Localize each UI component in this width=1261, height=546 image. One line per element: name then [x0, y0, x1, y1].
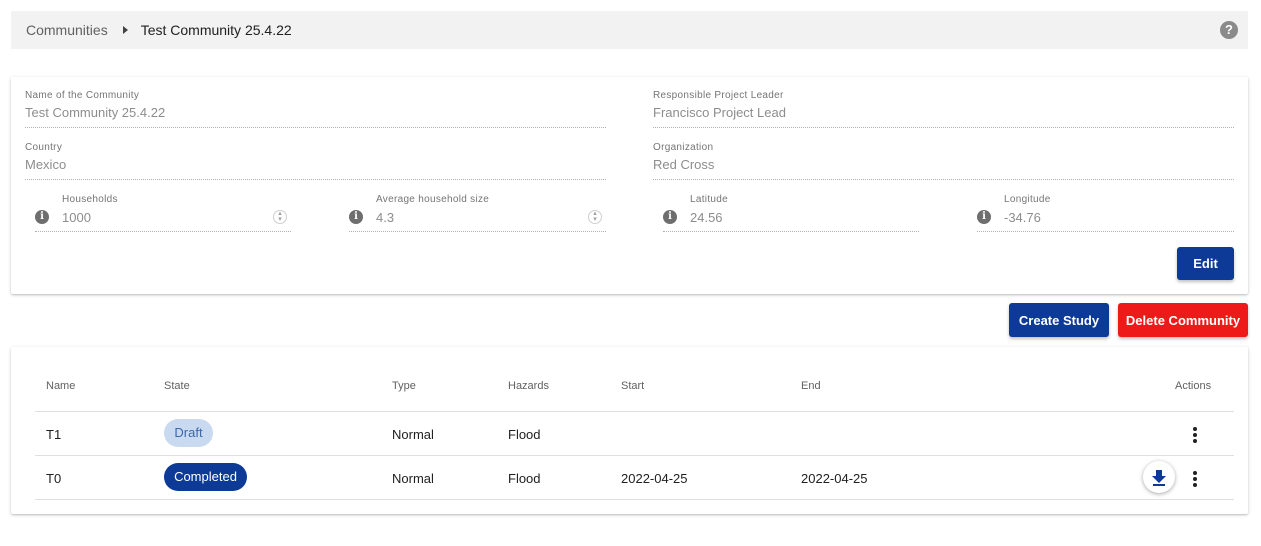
breadcrumb-chevron-icon [122, 26, 128, 34]
project-leader-field[interactable]: Responsible Project Leader Francisco Pro… [653, 90, 1234, 128]
latitude-label: Latitude [690, 194, 728, 205]
cell-hazards: Flood [508, 427, 541, 442]
delete-community-button[interactable]: Delete Community [1118, 303, 1248, 337]
longitude-value: -34.76 [1004, 210, 1041, 225]
breadcrumb-communities-link[interactable]: Communities [26, 22, 108, 38]
cell-name: T0 [46, 471, 62, 486]
field-underline [977, 231, 1234, 232]
cell-type: Normal [392, 427, 434, 442]
breadcrumb: Communities Test Community 25.4.22 ? [11, 11, 1248, 49]
create-study-button[interactable]: Create Study [1009, 303, 1109, 337]
column-header-type: Type [392, 380, 416, 392]
breadcrumb-current: Test Community 25.4.22 [140, 22, 292, 38]
column-header-start: Start [621, 380, 645, 392]
column-header-end: End [801, 380, 821, 392]
number-spinner-icon[interactable]: ▴ ▾ [273, 210, 287, 224]
cell-end: 2022-04-25 [801, 471, 868, 486]
average-household-size-label: Average household size [376, 194, 490, 205]
number-spinner-icon[interactable]: ▴ ▾ [588, 210, 602, 224]
help-circle-icon[interactable]: ? [1220, 21, 1238, 39]
column-header-name: Name [46, 380, 76, 392]
project-leader-value: Francisco Project Lead [653, 105, 786, 120]
community-name-field[interactable]: Name of the Community Test Community 25.… [25, 90, 606, 128]
info-icon[interactable]: i [349, 210, 363, 224]
longitude-field[interactable]: i Longitude -34.76 [977, 194, 1234, 232]
cell-start: 2022-04-25 [621, 471, 688, 486]
more-vert-icon[interactable] [1191, 427, 1199, 445]
latitude-value: 24.56 [690, 210, 723, 225]
field-underline [653, 127, 1234, 128]
column-header-actions: Actions [1175, 380, 1212, 392]
row-divider [35, 455, 1234, 456]
country-label: Country [25, 142, 63, 153]
country-field[interactable]: Country Mexico [25, 142, 606, 180]
average-household-size-value: 4.3 [376, 210, 395, 225]
field-underline [653, 179, 1234, 180]
average-household-size-field[interactable]: i Average household size 4.3 ▴ ▾ [349, 194, 606, 232]
info-icon[interactable]: i [35, 210, 49, 224]
community-info-card: Name of the Community Test Community 25.… [11, 77, 1248, 294]
project-leader-label: Responsible Project Leader [653, 90, 784, 101]
field-underline [25, 179, 606, 180]
field-underline [663, 231, 919, 232]
download-icon [1152, 470, 1166, 486]
status-badge-draft: Draft [164, 419, 213, 447]
studies-table: Name State Type Hazards Start End Action… [11, 347, 1248, 514]
latitude-field[interactable]: i Latitude 24.56 [663, 194, 919, 232]
edit-button[interactable]: Edit [1177, 247, 1234, 280]
cell-name: T1 [46, 427, 62, 442]
households-value: 1000 [62, 210, 91, 225]
organization-field[interactable]: Organization Red Cross [653, 142, 1234, 180]
info-icon[interactable]: i [663, 210, 677, 224]
organization-label: Organization [653, 142, 714, 153]
community-name-label: Name of the Community [25, 90, 140, 101]
download-button[interactable] [1143, 461, 1175, 493]
longitude-label: Longitude [1004, 194, 1051, 205]
organization-value: Red Cross [653, 157, 715, 172]
field-underline [25, 127, 606, 128]
field-underline [35, 231, 291, 232]
households-field[interactable]: i Households 1000 ▴ ▾ [35, 194, 291, 232]
cell-hazards: Flood [508, 471, 541, 486]
country-value: Mexico [25, 157, 67, 172]
status-badge-completed: Completed [164, 463, 247, 491]
info-icon[interactable]: i [977, 210, 991, 224]
field-underline [349, 231, 606, 232]
column-header-hazards: Hazards [508, 380, 549, 392]
cell-type: Normal [392, 471, 434, 486]
community-name-value: Test Community 25.4.22 [25, 105, 166, 120]
households-label: Households [62, 194, 118, 205]
column-header-state: State [164, 380, 190, 392]
row-divider [35, 499, 1234, 500]
more-vert-icon[interactable] [1191, 471, 1199, 489]
header-divider [35, 411, 1234, 412]
